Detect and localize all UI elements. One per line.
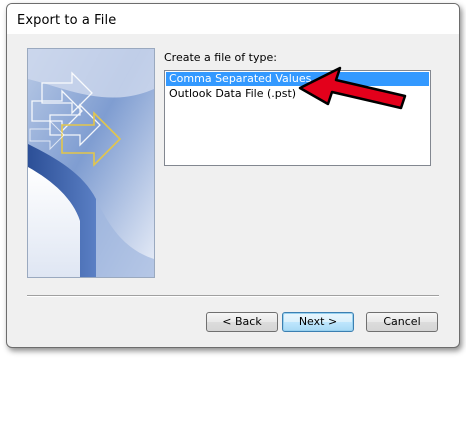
- back-button[interactable]: < Back: [206, 312, 278, 332]
- list-item-comma-separated-values[interactable]: Comma Separated Values: [166, 72, 429, 86]
- next-button[interactable]: Next >: [282, 312, 354, 332]
- cancel-button[interactable]: Cancel: [366, 312, 438, 332]
- file-type-listbox[interactable]: Comma Separated Values Outlook Data File…: [164, 70, 431, 166]
- export-arrows-illustration: [27, 48, 155, 278]
- export-dialog: Export to a File Create a file of type: …: [6, 3, 460, 348]
- list-label: Create a file of type:: [164, 51, 277, 64]
- title-bar[interactable]: Export to a File: [7, 4, 459, 34]
- separator: [27, 295, 439, 297]
- list-item-outlook-data-file[interactable]: Outlook Data File (.pst): [166, 87, 429, 101]
- window-title: Export to a File: [17, 13, 117, 28]
